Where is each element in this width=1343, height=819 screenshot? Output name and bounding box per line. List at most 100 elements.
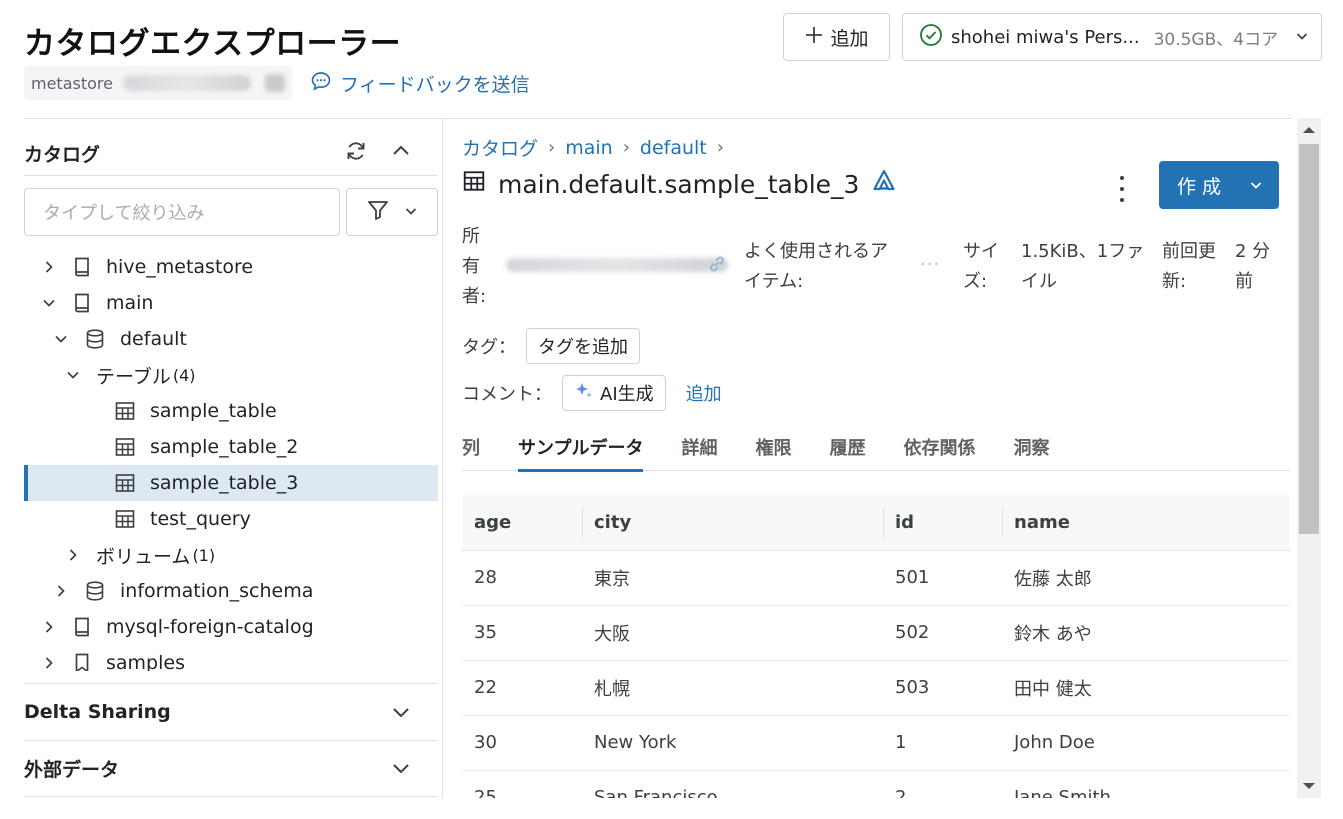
chevron-right-icon[interactable] (42, 656, 56, 670)
tab-permissions[interactable]: 権限 (755, 430, 791, 471)
breadcrumb-chevron-icon: › (716, 137, 724, 158)
table-cell: 30 (462, 715, 582, 771)
delta-icon (871, 168, 897, 200)
scroll-up-arrow-icon[interactable] (1303, 127, 1315, 133)
table-row: 35 大阪 502 鈴木 あや (462, 605, 1290, 661)
column-header[interactable]: name (1002, 495, 1290, 551)
tree-label: main (106, 292, 154, 314)
tab-details[interactable]: 詳細 (681, 430, 717, 471)
tree-label: sample_table_2 (150, 436, 299, 458)
feedback-link[interactable]: フィードバックを送信 (310, 70, 530, 97)
filter-button[interactable] (346, 188, 438, 236)
tables-count: (4) (172, 365, 196, 385)
check-circle-icon (919, 23, 943, 52)
tree-item-samples[interactable]: samples (24, 645, 438, 671)
add-button[interactable]: 追加 (783, 13, 890, 61)
tree-item-tables-group[interactable]: テーブル (4) (24, 357, 438, 393)
table-row: 25 San Francisco 2 Jane Smith (462, 770, 1290, 798)
frequent-items-redacted: ··· (920, 254, 941, 275)
external-data-section[interactable]: 外部データ (24, 740, 438, 796)
catalog-filter-input[interactable]: タイプして絞り込み (24, 188, 340, 236)
tree-item-main[interactable]: main (24, 285, 438, 321)
refresh-icon[interactable] (344, 139, 368, 168)
column-header[interactable]: city (582, 495, 883, 551)
tab-columns[interactable]: 列 (462, 430, 480, 471)
tree-label: hive_metastore (106, 256, 254, 278)
table-cell: San Francisco (582, 770, 883, 798)
database-schema-icon (84, 328, 106, 350)
catalog-section-title: カタログ (24, 143, 101, 166)
compute-selector[interactable]: shohei miwa's Pers... 30.5GB、4コア (902, 13, 1322, 61)
chevron-down-icon[interactable] (42, 297, 56, 309)
breadcrumb-item[interactable]: main (565, 137, 612, 159)
tree-label: テーブル (96, 365, 171, 388)
tab-sample-data[interactable]: サンプルデータ (518, 430, 644, 472)
chevron-down-icon[interactable] (1249, 178, 1279, 192)
table-cell: 501 (883, 550, 1002, 606)
tree-item-default[interactable]: default (24, 321, 438, 357)
link-icon[interactable] (706, 253, 728, 279)
vertical-scrollbar[interactable] (1297, 118, 1321, 798)
tree-label: sample_table (150, 400, 277, 422)
table-cell: 鈴木 あや (1002, 605, 1290, 661)
volumes-count: (1) (192, 545, 216, 565)
table-cell: 田中 健太 (1002, 660, 1290, 716)
catalog-tree: hive_metastore main default テーブル (4) sam… (24, 249, 438, 671)
updated-value: 2 分 前 (1235, 241, 1271, 292)
comment-row: コメント： AI生成 追加 (462, 375, 722, 411)
tree-item-table[interactable]: test_query (24, 501, 438, 537)
breadcrumb-chevron-icon: › (548, 137, 556, 158)
scrollbar-thumb[interactable] (1299, 144, 1319, 534)
delta-sharing-section[interactable]: Delta Sharing (24, 684, 438, 740)
copy-icon[interactable] (264, 74, 285, 92)
ai-generate-button[interactable]: AI生成 (562, 375, 666, 411)
tree-item-table[interactable]: sample_table (24, 393, 438, 429)
column-header[interactable]: age (462, 495, 582, 551)
chat-bubble-icon (310, 70, 332, 97)
size-value: 1.5KiB、1ファ イル (1021, 241, 1145, 292)
chevron-right-icon[interactable] (66, 548, 80, 562)
tab-insights[interactable]: 洞察 (1013, 430, 1049, 471)
tree-item-table-selected[interactable]: sample_table_3 (24, 465, 438, 501)
metastore-id-redacted (122, 75, 251, 91)
more-options-icon[interactable] (1114, 176, 1130, 202)
add-button-label: 追加 (830, 27, 869, 50)
tree-item-information-schema[interactable]: information_schema (24, 573, 438, 609)
table-icon (114, 436, 136, 458)
breadcrumb-item[interactable]: カタログ (462, 134, 538, 161)
table-detail-panel: カタログ › main › default › main.default.sam… (462, 118, 1292, 818)
tab-lineage[interactable]: 依存関係 (903, 430, 975, 471)
tags-label: タグ： (462, 337, 516, 358)
comment-add-link[interactable]: 追加 (686, 380, 722, 406)
chevron-down-icon (390, 757, 438, 779)
add-tag-button[interactable]: タグを追加 (526, 328, 640, 364)
chevron-right-icon[interactable] (42, 260, 56, 274)
breadcrumb-item[interactable]: default (640, 137, 707, 159)
catalog-book-icon (72, 616, 92, 638)
ai-generate-label: AI生成 (600, 384, 654, 405)
chevron-right-icon[interactable] (42, 620, 56, 634)
scroll-down-arrow-icon[interactable] (1303, 783, 1315, 789)
table-cell: 35 (462, 605, 582, 661)
metastore-chip[interactable]: metastore (24, 66, 292, 100)
catalog-sidebar: カタログ タイプして絞り込み hive_metastore main defau… (24, 118, 443, 798)
create-button[interactable]: 作 成 (1159, 161, 1279, 209)
tree-item-volumes-group[interactable]: ボリューム (1) (24, 537, 438, 573)
chevron-down-icon (390, 701, 438, 723)
column-header[interactable]: id (883, 495, 1002, 551)
table-icon (114, 508, 136, 530)
chevron-down-icon[interactable] (54, 333, 68, 345)
table-icon (114, 472, 136, 494)
tree-item-table[interactable]: sample_table_2 (24, 429, 438, 465)
table-cell: 22 (462, 660, 582, 716)
chevron-right-icon[interactable] (54, 584, 68, 598)
table-cell: 大阪 (582, 605, 883, 661)
chevron-down-icon[interactable] (66, 369, 80, 381)
owner-label: 所 有 者: (462, 226, 487, 307)
chevron-down-icon (1295, 27, 1309, 48)
collapse-up-icon[interactable] (390, 140, 412, 167)
tab-history[interactable]: 履歴 (829, 430, 865, 471)
tree-item-hive-metastore[interactable]: hive_metastore (24, 249, 438, 285)
bookmark-icon (72, 652, 92, 671)
tree-item-mysql-foreign-catalog[interactable]: mysql-foreign-catalog (24, 609, 438, 645)
